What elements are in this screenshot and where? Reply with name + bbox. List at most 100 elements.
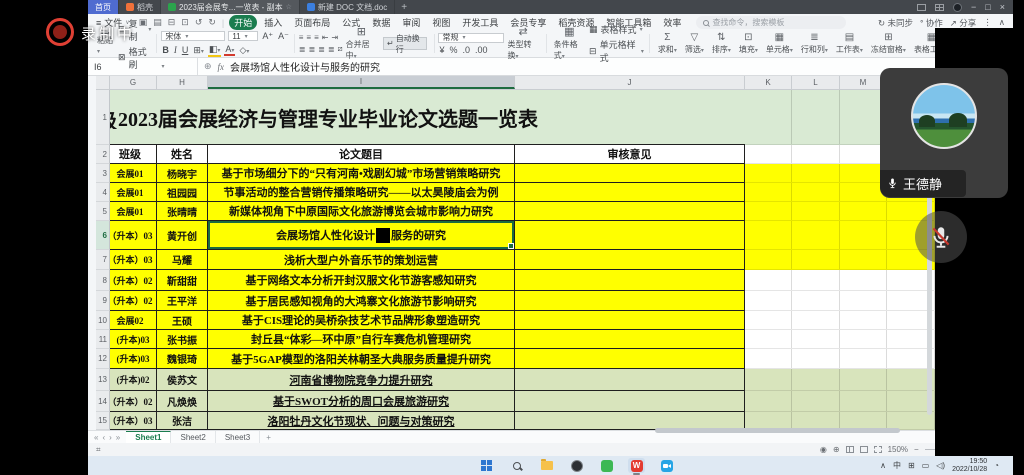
row-header-13[interactable]: 13	[96, 369, 110, 391]
adjacent-cells[interactable]	[745, 270, 935, 291]
cell-thesis-title[interactable]: 基于网络文本分析开封汉服文化节游客感知研究	[208, 270, 515, 291]
column-header-K[interactable]: K	[745, 76, 792, 89]
cell-name[interactable]: 马耀	[157, 250, 208, 270]
number-tool-button[interactable]: .00	[474, 45, 489, 55]
fill-color-button[interactable]: ◧▾	[208, 44, 222, 57]
number-tool-button[interactable]: %	[448, 45, 458, 55]
mute-toggle-button[interactable]	[915, 211, 967, 263]
cell-name[interactable]: 祖园园	[157, 183, 208, 202]
prev-sheet-icon[interactable]: ‹	[102, 433, 105, 442]
insert-function-icon[interactable]: ⊕	[204, 61, 212, 72]
clear-format-button[interactable]: ◇▾	[238, 45, 250, 56]
justify-icon[interactable]: ≣	[328, 45, 335, 54]
ribbon-tool-筛选[interactable]: ▽筛选▾	[681, 32, 708, 55]
cell-review[interactable]	[515, 291, 745, 311]
sheet-title-cell[interactable]: 级2023届会展经济与管理专业毕业论文选题一览表	[110, 90, 745, 145]
redo-icon[interactable]: ↻	[207, 17, 217, 28]
ribbon-tab-视图[interactable]: 视图	[427, 15, 455, 30]
row-header-15[interactable]: 15	[96, 412, 110, 430]
cell-style-button[interactable]: ⊟ 单元格样式▾	[588, 38, 645, 64]
cell-review[interactable]	[515, 330, 745, 349]
align-middle-icon[interactable]: ≡	[306, 33, 311, 42]
cell-thesis-title[interactable]: 基于CIS理论的吴桥杂技艺术节品牌形象塑造研究	[208, 311, 515, 330]
file-explorer-button[interactable]	[538, 458, 555, 473]
ribbon-tool-冻结窗格[interactable]: ⊞冻结窗格▾	[867, 32, 910, 55]
cell-review[interactable]	[515, 250, 745, 270]
cell-review[interactable]	[515, 183, 745, 202]
cell-name[interactable]: 张书振	[157, 330, 208, 349]
adjacent-cells[interactable]	[745, 330, 935, 349]
document-tab-sheet[interactable]: 2023届会展专...一览表 - 副本☆	[161, 0, 300, 14]
adjacent-cells[interactable]	[745, 291, 935, 311]
speaker-icon[interactable]: ◁)	[936, 461, 945, 470]
ribbon-tab-效率[interactable]: 效率	[658, 15, 686, 30]
font-size-select[interactable]: 11▾	[228, 31, 258, 41]
cell-class[interactable]: 会展01	[110, 183, 157, 202]
cell-name[interactable]: 凡焕焕	[157, 391, 208, 412]
row-header-1[interactable]: 1	[96, 90, 110, 145]
new-document-tab-button[interactable]: +	[395, 0, 413, 14]
adjacent-cells[interactable]	[745, 250, 935, 270]
cell-name[interactable]: 靳甜甜	[157, 270, 208, 291]
adjacent-cells[interactable]	[745, 202, 935, 221]
sync-status[interactable]: ↻ 未同步	[878, 17, 913, 29]
cell-class[interactable]: （升本）03	[110, 412, 157, 430]
row-header-3[interactable]: 3	[96, 164, 110, 183]
taskbar-clock[interactable]: 19:50 2022/10/28	[952, 458, 987, 474]
cell-name[interactable]: 张洁	[157, 412, 208, 430]
row-header-8[interactable]: 8	[96, 270, 110, 291]
row-header-12[interactable]: 12	[96, 349, 110, 369]
maximize-button[interactable]: □	[985, 2, 990, 12]
row-header-2[interactable]: 2	[96, 145, 110, 164]
cell-class[interactable]: （升本）02	[110, 391, 157, 412]
row-header-10[interactable]: 10	[96, 311, 110, 330]
cell-review[interactable]	[515, 164, 745, 183]
increase-font-icon[interactable]: A⁺	[261, 31, 274, 42]
print-icon[interactable]: ⊟	[167, 17, 177, 28]
column-header-L[interactable]: L	[792, 76, 840, 89]
hidden-icons-chevron[interactable]: ∧	[880, 461, 886, 470]
ribbon-tab-开发工具[interactable]: 开发工具	[457, 15, 503, 30]
row-header-4[interactable]: 4	[96, 183, 110, 202]
header-review[interactable]: 审核意见	[515, 145, 745, 164]
horizontal-scrollbar[interactable]	[655, 428, 900, 433]
column-header-J[interactable]: J	[515, 76, 745, 89]
notification-icon[interactable]: ◔	[994, 461, 999, 470]
ribbon-tab-页面布局[interactable]: 页面布局	[289, 15, 335, 30]
taskbar-search-button[interactable]	[508, 458, 525, 473]
more-menu-icon[interactable]: ⋮	[983, 17, 992, 28]
cell-thesis-title-selected[interactable]: 会展场馆人性化设计服务的研究	[208, 221, 515, 250]
collaborate-button[interactable]: ᐤ 协作	[920, 17, 943, 29]
header-name[interactable]: 姓名	[157, 145, 208, 164]
column-header-I[interactable]: I	[208, 76, 515, 89]
cell-class[interactable]: 会展01	[110, 164, 157, 183]
cell-class[interactable]: （升本）02	[110, 270, 157, 291]
cell-class[interactable]: （升本）03	[110, 221, 157, 250]
cell-review[interactable]	[515, 270, 745, 291]
participant-video-tile[interactable]: 王德静	[880, 68, 1008, 198]
command-search-box[interactable]: 查找命令，搜索模板	[696, 16, 846, 29]
document-tab-doc[interactable]: 新建 DOC 文档.doc	[300, 0, 395, 14]
page-break-view-icon[interactable]	[874, 446, 882, 453]
ribbon-tab-数据[interactable]: 数据	[367, 15, 395, 30]
number-tool-button[interactable]: ¥	[438, 45, 445, 55]
ribbon-tool-排序[interactable]: ⇅排序▾	[708, 32, 735, 55]
header-title[interactable]: 论文题目	[208, 145, 515, 164]
browser-button[interactable]	[568, 458, 585, 473]
number-format-select[interactable]: 常规▾	[438, 33, 504, 43]
row-header-9[interactable]: 9	[96, 291, 110, 311]
align-right-icon[interactable]: ≣	[318, 45, 325, 54]
display-icon[interactable]: ▭	[922, 461, 930, 470]
workspace-grid-icon[interactable]	[935, 4, 944, 11]
cell-thesis-title[interactable]: 基于居民感知视角的大鸿寨文化旅游节影响研究	[208, 291, 515, 311]
adjacent-cells[interactable]	[745, 311, 935, 330]
number-tool-button[interactable]: .0	[461, 45, 471, 55]
start-button[interactable]	[478, 458, 495, 473]
cell-name[interactable]: 黄开创	[157, 221, 208, 250]
cell-thesis-title[interactable]: 基于SWOT分析的周口会展旅游研究	[208, 391, 515, 412]
cell-class[interactable]: (升本)03	[110, 349, 157, 369]
page-view-icon[interactable]	[860, 446, 868, 453]
next-sheet-icon[interactable]: ›	[109, 433, 112, 442]
ribbon-tool-求和[interactable]: Σ求和▾	[654, 32, 681, 55]
adjacent-cells[interactable]	[745, 391, 935, 412]
